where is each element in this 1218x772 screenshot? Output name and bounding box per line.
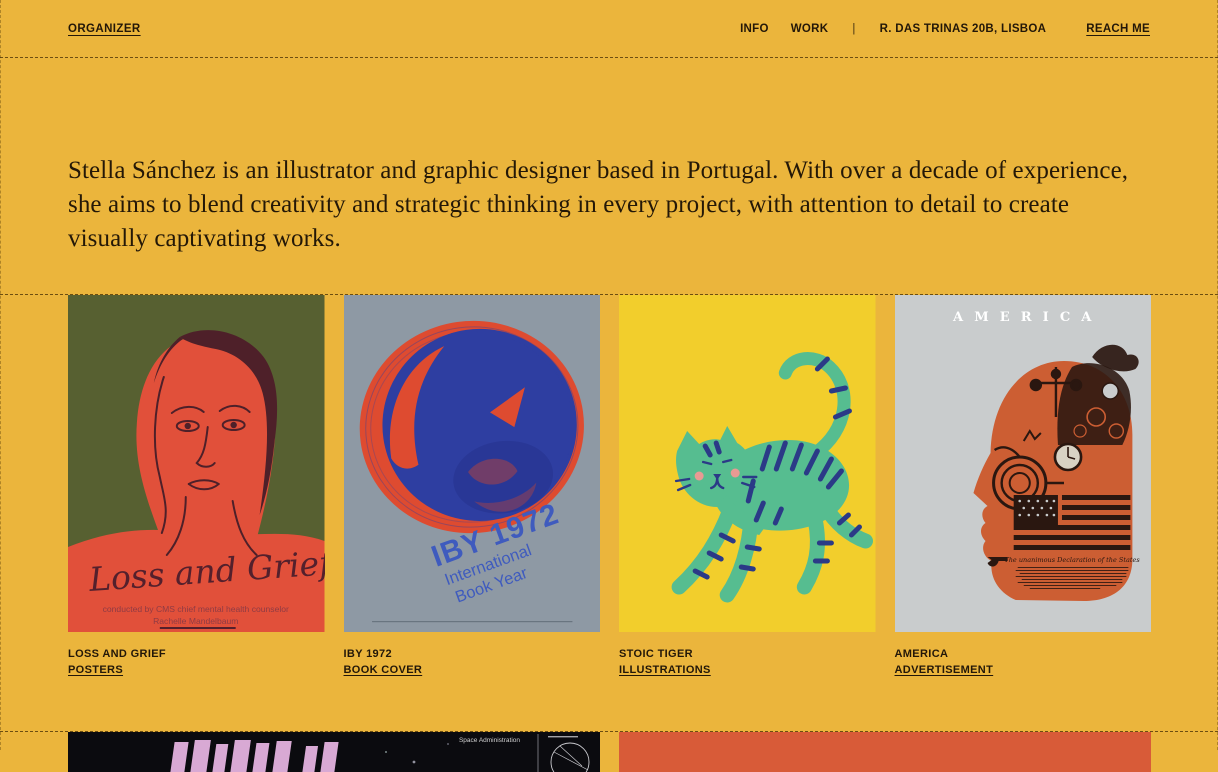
- stoic-tiger-poster-art: [619, 295, 876, 632]
- project-category-link[interactable]: POSTERS: [68, 664, 123, 677]
- iby-1972-poster-art: IBY 1972 International Book Year: [344, 295, 601, 632]
- intro-paragraph: Stella Sánchez is an illustrator and gra…: [68, 154, 1150, 256]
- project-card-stoic-tiger[interactable]: STOIC TIGER ILLUSTRATIONS: [619, 295, 876, 677]
- project-title: IBY 1972: [344, 648, 601, 661]
- work-gallery: Loss and Grief conducted by CMS chief me…: [0, 294, 1218, 731]
- project-thumbnail-loss-and-grief[interactable]: Loss and Grief conducted by CMS chief me…: [68, 295, 325, 632]
- poster-document-headline: The unanimous Declaration of the States: [1004, 556, 1140, 564]
- orange-poster-art: [619, 732, 1151, 772]
- project-category-link[interactable]: BOOK COVER: [344, 664, 423, 677]
- gallery-grid: Loss and Grief conducted by CMS chief me…: [68, 295, 1151, 677]
- poster-subtext-line1: conducted by CMS chief mental health cou…: [103, 604, 289, 614]
- nav-item-work[interactable]: WORK: [791, 23, 829, 35]
- project-thumbnail-space-poster-partial[interactable]: Space Administration: [68, 732, 600, 772]
- poster-title-text: AMERICA: [952, 310, 1102, 325]
- project-title: AMERICA: [895, 648, 1152, 661]
- intro-section: Stella Sánchez is an illustrator and gra…: [0, 58, 1218, 256]
- nav-reach-me-link[interactable]: REACH ME: [1086, 23, 1150, 35]
- project-thumbnail-america[interactable]: AMERICA: [895, 295, 1152, 632]
- nav-separator: |: [852, 23, 855, 35]
- loss-and-grief-poster-art: Loss and Grief conducted by CMS chief me…: [68, 295, 325, 632]
- gallery-second-row: Space Administration: [0, 731, 1218, 772]
- project-caption: LOSS AND GRIEF POSTERS: [68, 648, 325, 677]
- site-logo-link[interactable]: ORGANIZER: [68, 23, 141, 35]
- america-poster-art: AMERICA: [895, 295, 1152, 632]
- project-category-link[interactable]: ILLUSTRATIONS: [619, 664, 711, 677]
- project-thumbnail-stoic-tiger[interactable]: [619, 295, 876, 632]
- project-category-link[interactable]: ADVERTISEMENT: [895, 664, 994, 677]
- project-thumbnail-orange-poster-partial[interactable]: [619, 732, 1151, 772]
- project-title: LOSS AND GRIEF: [68, 648, 325, 661]
- nav-item-info[interactable]: INFO: [740, 23, 769, 35]
- project-card-america[interactable]: AMERICA: [895, 295, 1152, 677]
- top-nav: INFO WORK | R. DAS TRINAS 20B, LISBOA RE…: [740, 23, 1150, 35]
- project-title: STOIC TIGER: [619, 648, 876, 661]
- project-caption: AMERICA ADVERTISEMENT: [895, 648, 1152, 677]
- project-card-loss-and-grief[interactable]: Loss and Grief conducted by CMS chief me…: [68, 295, 325, 677]
- nav-address-text: R. DAS TRINAS 20B, LISBOA: [880, 23, 1047, 35]
- project-caption: STOIC TIGER ILLUSTRATIONS: [619, 648, 876, 677]
- project-caption: IBY 1972 BOOK COVER: [344, 648, 601, 677]
- project-thumbnail-iby-1972[interactable]: IBY 1972 International Book Year: [344, 295, 601, 632]
- space-poster-art: Space Administration: [68, 732, 600, 772]
- poster-subtext-line2: Rachelle Mandelbaum: [153, 616, 238, 626]
- poster-agency-text: Space Administration: [459, 737, 520, 744]
- page-left-dashed-border: [0, 0, 1, 750]
- gallery-second-row-grid: Space Administration: [68, 732, 1151, 772]
- project-card-iby-1972[interactable]: IBY 1972 International Book Year IBY 197…: [344, 295, 601, 677]
- top-bar: ORGANIZER INFO WORK | R. DAS TRINAS 20B,…: [0, 0, 1218, 58]
